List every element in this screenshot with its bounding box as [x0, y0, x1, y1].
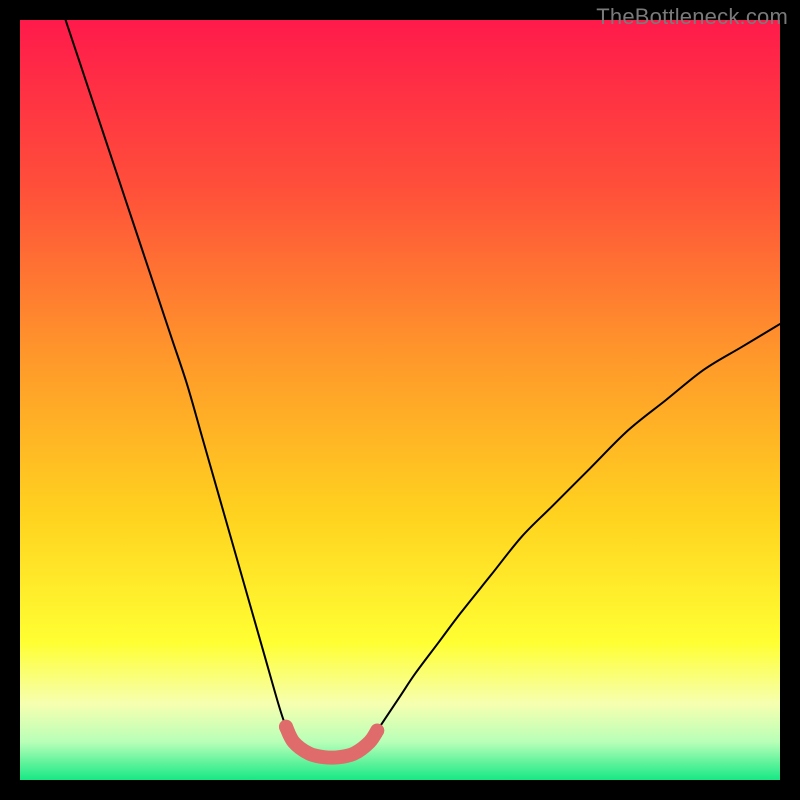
optimal-range-start-dot [279, 720, 293, 734]
chart-frame: TheBottleneck.com [0, 0, 800, 800]
optimal-range-end-dot [370, 724, 384, 738]
watermark-text: TheBottleneck.com [596, 4, 788, 30]
bottleneck-plot [20, 20, 780, 780]
